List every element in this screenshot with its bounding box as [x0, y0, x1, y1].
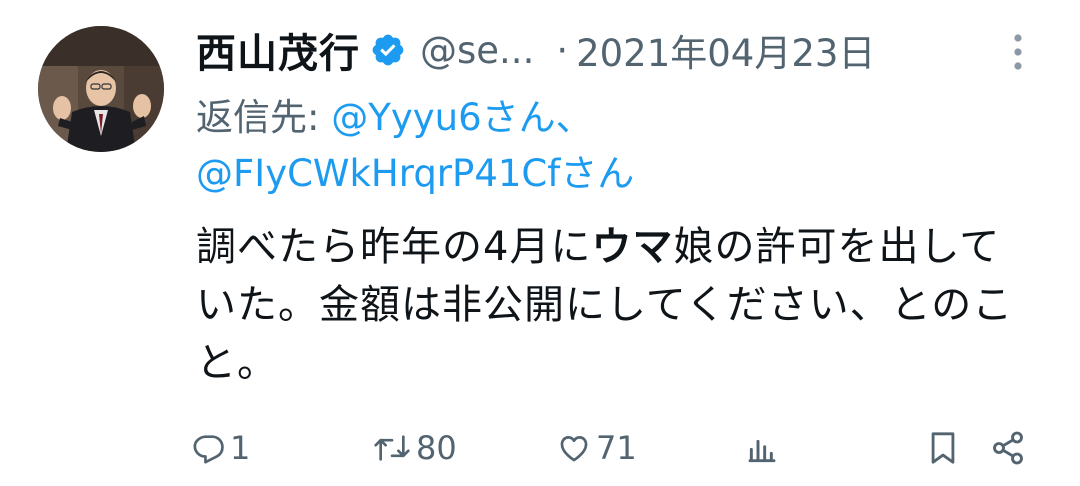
bookmark-icon — [926, 429, 960, 467]
tweet-text-part: 調べたら昨年の4月に — [196, 224, 592, 270]
separator-dot: · — [556, 28, 569, 72]
tweet-date[interactable]: 2021年04月23日 — [576, 23, 875, 77]
tweet-text-bold: ウマ — [591, 224, 674, 270]
avatar-photo — [38, 26, 164, 152]
mention-link[interactable]: @Yyyu6さん、 — [331, 96, 592, 139]
analytics-icon — [746, 431, 778, 465]
bookmark-button[interactable] — [926, 420, 960, 476]
retweet-count: 80 — [416, 429, 457, 467]
retweet-icon — [372, 431, 412, 465]
tweet-header: 西山茂行 @se... · 2021年04月23日 — [196, 22, 875, 78]
reply-icon — [192, 431, 226, 465]
more-vertical-icon[interactable] — [1006, 30, 1030, 74]
heart-icon — [556, 431, 592, 465]
like-button[interactable]: 71 — [556, 420, 637, 476]
views-button[interactable] — [746, 420, 778, 476]
share-button[interactable] — [990, 420, 1026, 476]
retweet-button[interactable]: 80 — [372, 420, 457, 476]
mention-link[interactable]: @FIyCWkHrqrP41Cfさん — [196, 152, 634, 195]
verified-badge-icon — [370, 32, 406, 68]
display-name[interactable]: 西山茂行 — [196, 21, 360, 79]
replying-to: 返信先: @Yyyu6さん、 @FIyCWkHrqrP41Cfさん — [196, 90, 1036, 202]
reply-count: 1 — [230, 429, 251, 467]
avatar[interactable] — [38, 26, 164, 152]
replying-to-label: 返信先: — [196, 96, 332, 139]
tweet-text: 調べたら昨年の4月にウマ娘の許可を出していた。金額は非公開にしてください、とのこ… — [196, 218, 1016, 392]
share-icon — [990, 430, 1026, 466]
like-count: 71 — [596, 429, 637, 467]
reply-button[interactable]: 1 — [192, 420, 250, 476]
user-handle[interactable]: @se... — [420, 29, 534, 72]
action-bar: 1 80 71 — [0, 420, 1080, 476]
